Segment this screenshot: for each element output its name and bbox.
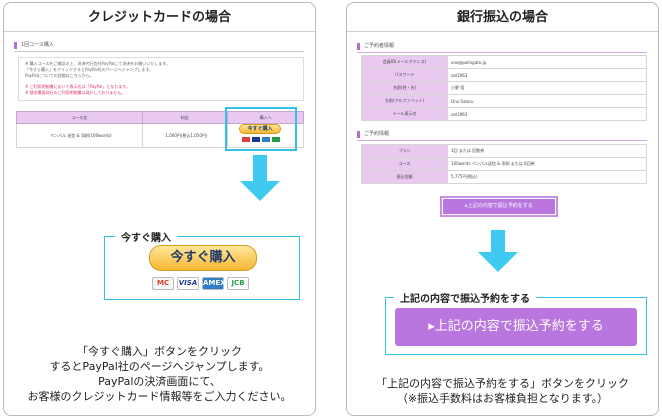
callout-label: 上記の内容で振込予約をする xyxy=(394,290,536,305)
reservation-info-heading: ご予約情報 xyxy=(357,131,389,138)
field-label: 名前(アルファベット) xyxy=(361,94,448,108)
field-label: パスワード xyxy=(361,68,448,82)
mastercard-icon: MC xyxy=(152,277,174,290)
field-value: 100words ペンパル送信 & 添削 または 6回券 xyxy=(447,157,647,171)
purchase-notes-box: ※ 購入コースをご確認の上、決済代行会社PayPalにて決済をお願いいたします。… xyxy=(18,57,304,101)
down-arrow-icon xyxy=(478,230,518,272)
submit-reservation-button[interactable]: ▸上記の内容で振込予約をする xyxy=(395,308,637,346)
credit-card-panel-title: クレジットカードの場合 xyxy=(4,3,315,32)
course-purchase-heading: 1回コース購入 xyxy=(14,42,54,49)
field-value: 5,775円(税込) xyxy=(447,170,647,184)
field-label: 名前(姓・名) xyxy=(361,81,448,95)
callout-label: 今すぐ購入 xyxy=(115,229,177,244)
instructions-text: 「今すぐ購入」ボタンをクリック するとPayPal社のページへジャンプします。 … xyxy=(3,344,316,404)
field-value: sat1963 xyxy=(447,68,647,82)
instruction-line: （※振込手数料はお客様負担となります。） xyxy=(396,392,609,405)
visa-icon xyxy=(252,137,260,142)
field-label: コース xyxy=(361,157,448,171)
col-course-name: コース名 xyxy=(16,111,143,124)
bank-transfer-panel: 銀行振込の場合 ご予約者情報 会員ID(メールアドレス) ono@palingat… xyxy=(346,2,659,416)
submit-reservation-callout: 上記の内容で振込予約をする ▸上記の内容で振込予約をする xyxy=(385,290,647,355)
field-label: メール表示名 xyxy=(361,107,448,121)
bank-transfer-panel-title: 銀行振込の場合 xyxy=(347,3,658,32)
buy-now-callout: 今すぐ購入 今すぐ購入 MC VISA AMEX JCB xyxy=(104,229,300,300)
down-arrow-icon xyxy=(240,155,280,201)
heading-divider xyxy=(357,52,647,53)
instruction-line: PayPalの決済画面にて、 xyxy=(98,375,221,388)
mini-submit-reservation-button[interactable]: ▸上記の内容で振込予約をする xyxy=(440,196,558,217)
heading-divider xyxy=(14,51,304,52)
instruction-line: するとPayPal社のページへジャンプします。 xyxy=(49,360,270,373)
credit-card-panel: クレジットカードの場合 1回コース購入 ※ 購入コースをご確認の上、決済代行会社… xyxy=(3,2,316,416)
visa-icon: VISA xyxy=(177,277,199,290)
buy-now-button[interactable]: 今すぐ購入 xyxy=(149,245,257,271)
field-value: 1回 または 回数券 xyxy=(447,144,647,158)
col-price: 料金 xyxy=(141,111,229,124)
mastercard-icon xyxy=(242,137,250,142)
note-line: PayPalについての詳細はこちらから。 xyxy=(25,73,94,78)
amex-icon: AMEX xyxy=(202,277,226,290)
reservation-info-table: プラン 1回 または 回数券 コース 100words ペンパル送信 & 添削 また… xyxy=(361,144,647,184)
field-value: 小野 悟 xyxy=(447,81,647,95)
warning-line: ※ 請求書面発行のご利用明細書は発行しておりません。 xyxy=(25,90,126,95)
mini-card-logos xyxy=(242,137,280,142)
field-label: 振込金額 xyxy=(361,170,448,184)
amex-icon xyxy=(262,137,270,142)
field-value: ono@palingate.jp xyxy=(447,55,647,69)
card-logos: MC VISA AMEX JCB xyxy=(152,277,249,290)
field-label: 会員ID(メールアドレス) xyxy=(361,55,448,69)
price-cell: 1,000円(税込1,050円) xyxy=(141,123,229,148)
instruction-line: 「上記の内容で振込予約をする」ボタンをクリック xyxy=(376,377,629,390)
instruction-line: 「今すぐ購入」ボタンをクリック xyxy=(77,345,242,358)
course-name-cell: ペンパル 送信 & 添削(100words) xyxy=(16,123,143,148)
field-label: プラン xyxy=(361,144,448,158)
member-info-table: 会員ID(メールアドレス) ono@palingate.jp パスワード sat19… xyxy=(361,55,647,121)
jcb-icon: JCB xyxy=(227,277,249,290)
mini-buy-now-button[interactable]: 今すぐ購入 xyxy=(239,124,281,134)
heading-divider xyxy=(357,140,647,141)
field-value: sat1963 xyxy=(447,107,647,121)
instruction-line: お客様のクレジットカード情報等をご入力ください。 xyxy=(27,390,292,403)
member-info-heading: ご予約者情報 xyxy=(357,43,394,50)
jcb-icon xyxy=(272,137,280,142)
instructions-text: 「上記の内容で振込予約をする」ボタンをクリック （※振込手数料はお客様負担となり… xyxy=(346,376,659,406)
field-value: Ono Satoru xyxy=(447,94,647,108)
